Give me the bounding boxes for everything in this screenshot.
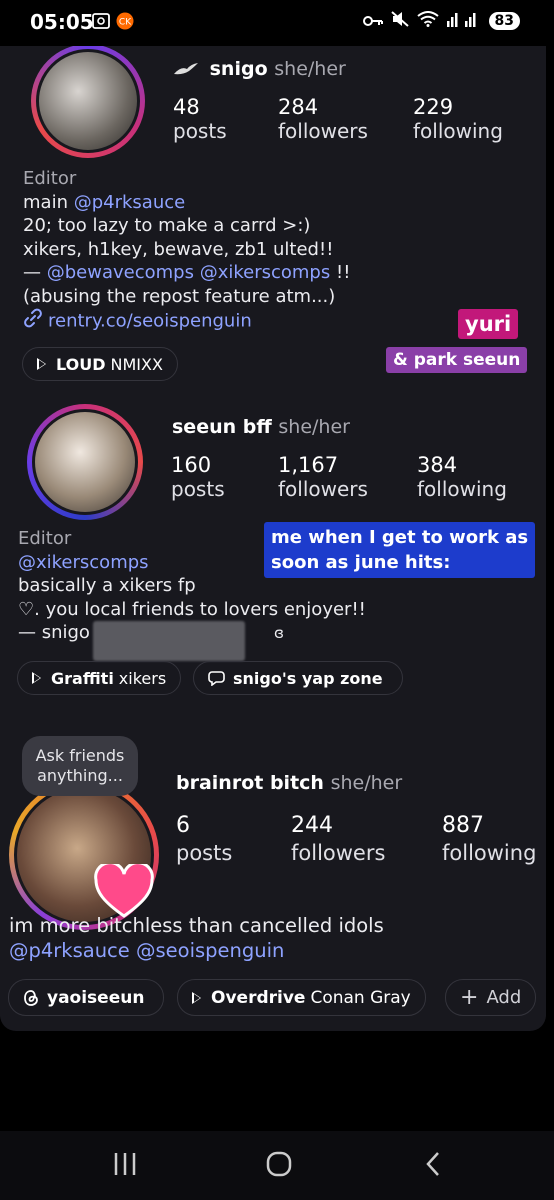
sticker-park-seeun: & park seeun (386, 347, 528, 373)
profile-name: brainrot bitch (176, 772, 324, 794)
stat-posts[interactable]: 160 posts (171, 453, 225, 501)
avatar[interactable] (31, 46, 145, 158)
threads-icon (23, 989, 39, 1007)
mention-link[interactable]: @xikerscomps (200, 262, 331, 283)
wifi-icon (416, 11, 439, 31)
status-bar: 05:05 CK 83 (0, 0, 554, 46)
website-link[interactable]: rentry.co/seoispenguin (23, 308, 350, 335)
link-icon (23, 308, 43, 335)
bio: Editor main @p4rksauce 20; too lazy to m… (23, 167, 350, 335)
screenshot-icon (92, 13, 110, 33)
threads-chip[interactable]: yaoiseeun (8, 979, 165, 1016)
stat-following[interactable]: 887 following (442, 813, 536, 865)
mention-link[interactable]: @seoispenguin (136, 939, 284, 962)
note-text: Ask friends anything... (35, 746, 125, 785)
home-button[interactable] (266, 1151, 292, 1181)
stat-followers[interactable]: 244 followers (291, 813, 385, 865)
profile-name: seeun bff (172, 416, 272, 438)
category-label: Editor (23, 168, 77, 189)
profile-name: snigo (209, 58, 268, 80)
stat-followers[interactable]: 284 followers (278, 95, 368, 143)
plus-icon: + (460, 985, 479, 1010)
mention-link[interactable]: @p4rksauce (9, 939, 130, 962)
play-icon (37, 358, 46, 370)
stat-following[interactable]: 229 following (413, 95, 503, 143)
sticker-june: me when I get to work as soon as june hi… (264, 522, 536, 578)
play-icon (32, 672, 41, 684)
mute-icon (390, 11, 409, 31)
sticker-yuri: yuri (458, 309, 519, 339)
bio: im more bitchless than cancelled idols @… (9, 914, 384, 962)
app-notification-icon: CK (116, 12, 134, 34)
stat-following[interactable]: 384 following (417, 453, 507, 501)
signal-icon (446, 11, 481, 31)
music-chip[interactable]: Graffiti xikers (17, 661, 182, 695)
back-button[interactable] (424, 1151, 442, 1181)
note-bubble[interactable]: Ask friends anything... (22, 736, 138, 796)
profiles-panel: snigo she/her 48 posts 284 followers 229… (0, 46, 546, 1031)
pronouns: she/her (278, 416, 350, 438)
status-time: 05:05 (30, 10, 94, 34)
music-chip[interactable]: Overdrive Conan Gray (177, 979, 426, 1016)
mention-link[interactable]: @p4rksauce (74, 192, 186, 213)
system-nav-bar (0, 1131, 554, 1200)
stat-posts[interactable]: 6 posts (176, 813, 232, 865)
pronouns: she/her (274, 58, 346, 80)
avatar[interactable] (27, 404, 143, 520)
pronouns: she/her (330, 772, 403, 794)
add-button[interactable]: + Add (445, 979, 537, 1016)
mention-link[interactable]: @bewavecomps (47, 262, 194, 283)
stat-followers[interactable]: 1,167 followers (278, 453, 368, 501)
chat-zone-chip[interactable]: snigo's yap zone (193, 661, 403, 695)
battery-indicator: 83 (488, 12, 520, 30)
redacted-area (93, 621, 245, 661)
stat-posts[interactable]: 48 posts (173, 95, 227, 143)
svg-text:CK: CK (119, 18, 132, 28)
chat-bubble-icon (208, 670, 225, 686)
recent-apps-button[interactable] (113, 1151, 137, 1181)
bird-icon (173, 59, 199, 81)
key-icon (362, 12, 383, 31)
music-chip[interactable]: LOUD NMIXX (22, 347, 178, 381)
play-icon (192, 991, 201, 1004)
